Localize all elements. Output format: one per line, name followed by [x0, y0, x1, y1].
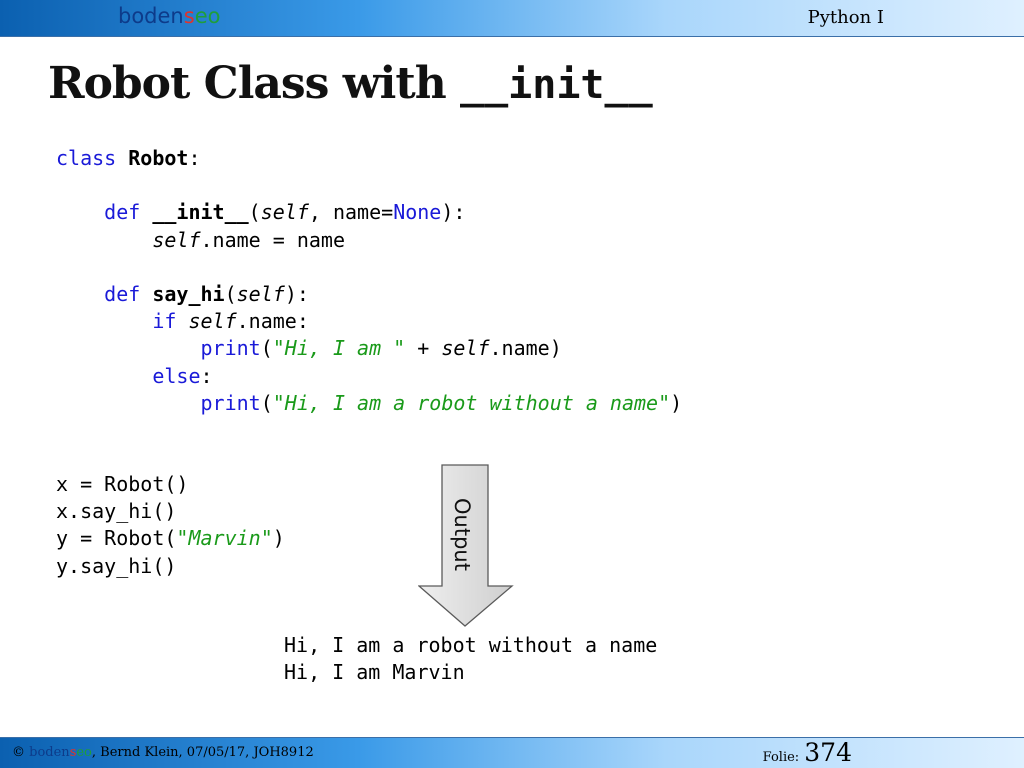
code-line: x = Robot()	[56, 472, 189, 496]
code-line: print("Hi, I am a robot without a name")	[200, 390, 683, 415]
slide-title-code: __init__	[460, 62, 653, 108]
slide-number: Folie: 374	[763, 738, 852, 767]
course-title: Python I	[807, 7, 884, 28]
usage-code-block: x = Robot() x.say_hi() y = Robot("Marvin…	[56, 471, 285, 580]
slide-title: Robot Class with __init__	[48, 58, 653, 109]
output-line: Hi, I am Marvin	[284, 660, 465, 685]
slide-title-text: Robot Class with	[48, 58, 447, 109]
output-arrow: Output	[418, 464, 514, 627]
code-line: else:	[152, 363, 213, 388]
footer-bar: © bodenseo, Bernd Klein, 07/05/17, JOH89…	[0, 737, 1024, 768]
output-block: Hi, I am a robot without a name Hi, I am…	[284, 632, 657, 686]
code-line: x.say_hi()	[56, 499, 177, 524]
code-line: y = Robot("Marvin")	[56, 526, 285, 551]
footer-credits: © bodenseo, Bernd Klein, 07/05/17, JOH89…	[12, 745, 314, 760]
code-line: def __init__(self, name=None):	[104, 200, 466, 225]
arrow-label: Output	[450, 498, 474, 571]
code-line: if self.name:	[152, 309, 309, 334]
code-line: class Robot:	[56, 146, 201, 170]
header-bar: bodenseo Python I	[0, 0, 1024, 37]
code-line: self.name = name	[152, 227, 345, 252]
code-line: def say_hi(self):	[104, 282, 309, 307]
page-number: 374	[804, 738, 852, 767]
code-line: print("Hi, I am " + self.name)	[200, 336, 562, 361]
brand-logo: bodenseo	[118, 4, 221, 28]
folie-label: Folie:	[762, 750, 800, 765]
code-line: y.say_hi()	[56, 553, 177, 578]
output-line: Hi, I am a robot without a name	[284, 633, 658, 657]
class-code-block: class Robot: def __init__(self, name=Non…	[56, 145, 682, 417]
